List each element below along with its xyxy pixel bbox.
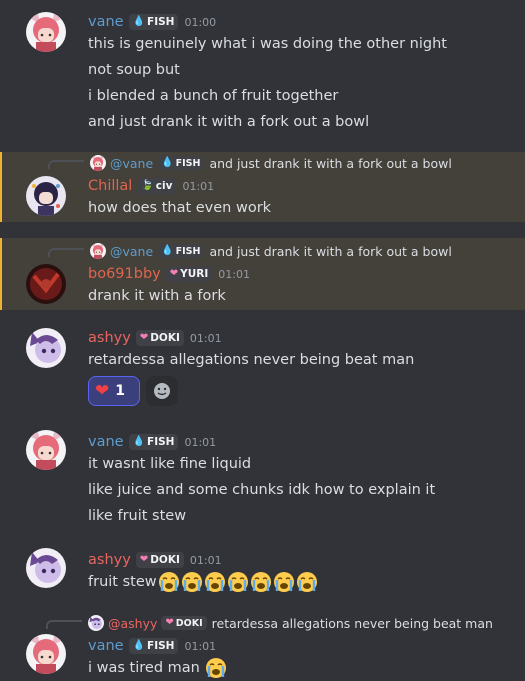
avatar[interactable] xyxy=(26,12,66,52)
message: @vane 💧 FISH and just drank it with a for… xyxy=(0,238,525,310)
avatar[interactable] xyxy=(26,634,66,674)
guild-tag[interactable]: ❤ DOKI xyxy=(135,552,184,568)
message-text: how does that even work xyxy=(88,200,272,216)
timestamp: 01:00 xyxy=(184,15,217,29)
reply-spine xyxy=(46,620,82,629)
sob-emoji-group xyxy=(204,657,228,679)
message-text: i was tired man xyxy=(88,655,228,681)
guild-tag[interactable]: 🍃 civ xyxy=(137,178,177,194)
water-drop-icon: 💧 xyxy=(161,245,174,256)
guild-tag[interactable]: ❤ DOKI xyxy=(135,330,184,346)
heart-icon: ❤ xyxy=(139,554,149,565)
username[interactable]: Chillal xyxy=(88,178,132,194)
username[interactable]: ashyy xyxy=(88,552,131,568)
reply-username[interactable]: @vane xyxy=(110,244,153,259)
username[interactable]: ashyy xyxy=(88,330,131,346)
sob-emoji-group xyxy=(157,571,318,593)
heart-icon: ❤ xyxy=(95,380,110,401)
guild-tag[interactable]: 💧 FISH xyxy=(128,14,179,30)
avatar[interactable] xyxy=(26,176,66,216)
avatar[interactable] xyxy=(26,264,66,304)
username[interactable]: vane xyxy=(88,14,124,30)
heart-icon: ❤ xyxy=(139,332,149,343)
loudly-crying-face-icon[interactable] xyxy=(157,571,180,593)
message: @ashyy ❤ DOKI retardessa allegations neve… xyxy=(0,612,525,681)
message: ashyy ❤ DOKI 01:01 fruit stew xyxy=(0,546,525,596)
message-text: i blended a bunch of fruit together xyxy=(88,88,339,104)
loudly-crying-face-icon[interactable] xyxy=(203,571,226,593)
username[interactable]: vane xyxy=(88,638,124,654)
reply-avatar xyxy=(90,243,106,259)
chat-messages: vane 💧 FISH 01:00 this is genuinely what… xyxy=(0,0,525,681)
username[interactable]: vane xyxy=(88,434,124,450)
guild-tag[interactable]: ❤ YURI xyxy=(165,266,213,282)
timestamp: 01:01 xyxy=(184,435,217,449)
loudly-crying-face-icon[interactable] xyxy=(226,571,249,593)
leaf-icon: 🍃 xyxy=(141,180,154,191)
reply-text: and just drank it with a fork out a bowl xyxy=(209,243,452,259)
loudly-crying-face-icon[interactable] xyxy=(249,571,272,593)
reply-preview[interactable]: @ashyy ❤ DOKI retardessa allegations neve… xyxy=(88,615,493,631)
reply-avatar xyxy=(88,615,104,631)
message: vane 💧 FISH 01:01 it wasnt like fine liq… xyxy=(0,428,525,528)
avatar[interactable] xyxy=(26,430,66,470)
timestamp: 01:01 xyxy=(189,553,222,567)
timestamp: 01:01 xyxy=(189,331,222,345)
reply-text: and just drank it with a fork out a bowl xyxy=(209,155,452,171)
smiley-icon xyxy=(154,383,170,399)
avatar[interactable] xyxy=(26,328,66,368)
water-drop-icon: 💧 xyxy=(132,16,146,27)
message: vane 💧 FISH 01:00 this is genuinely what… xyxy=(0,8,525,138)
timestamp: 01:01 xyxy=(182,179,215,193)
reply-preview[interactable]: @vane 💧 FISH and just drank it with a for… xyxy=(90,243,452,259)
message-text: drank it with a fork xyxy=(88,288,226,304)
timestamp: 01:01 xyxy=(184,639,217,653)
guild-tag[interactable]: 💧 FISH xyxy=(128,638,179,654)
reaction-count: 1 xyxy=(115,383,125,399)
avatar[interactable] xyxy=(26,548,66,588)
guild-tag: ❤ DOKI xyxy=(161,616,207,630)
heart-icon: ❤ xyxy=(169,268,179,279)
message-text: not soup but xyxy=(88,62,180,78)
reply-username[interactable]: @ashyy xyxy=(108,616,157,631)
guild-tag: 💧 FISH xyxy=(157,244,205,258)
message: @vane 💧 FISH and just drank it with a for… xyxy=(0,152,525,222)
message: ashyy ❤ DOKI 01:01 retardessa allegation… xyxy=(0,322,525,412)
loudly-crying-face-icon[interactable] xyxy=(205,657,228,679)
add-reaction-button[interactable] xyxy=(146,376,178,406)
water-drop-icon: 💧 xyxy=(132,640,146,651)
message-text: this is genuinely what i was doing the o… xyxy=(88,36,447,52)
heart-icon: ❤ xyxy=(165,617,174,628)
loudly-crying-face-icon[interactable] xyxy=(180,571,203,593)
reply-username[interactable]: @vane xyxy=(110,156,153,171)
reply-spine xyxy=(48,160,84,169)
username[interactable]: bo691bby xyxy=(88,266,161,282)
reply-spine xyxy=(48,248,84,257)
message-text: and just drank it with a fork out a bowl xyxy=(88,114,370,130)
reaction-heart[interactable]: ❤ 1 xyxy=(88,376,140,406)
reply-preview[interactable]: @vane 💧 FISH and just drank it with a for… xyxy=(90,155,452,171)
water-drop-icon: 💧 xyxy=(161,157,174,168)
loudly-crying-face-icon[interactable] xyxy=(295,571,318,593)
message-text: it wasnt like fine liquid xyxy=(88,456,252,472)
reply-avatar xyxy=(90,155,106,171)
loudly-crying-face-icon[interactable] xyxy=(272,571,295,593)
water-drop-icon: 💧 xyxy=(132,436,146,447)
message-text: fruit stew xyxy=(88,569,318,595)
message-text: retardessa allegations never being beat … xyxy=(88,352,415,368)
timestamp: 01:01 xyxy=(218,267,250,281)
reply-text: retardessa allegations never being beat … xyxy=(211,615,493,631)
message-text: like juice and some chunks idk how to ex… xyxy=(88,482,436,498)
guild-tag[interactable]: 💧 FISH xyxy=(128,434,179,450)
message-text: like fruit stew xyxy=(88,508,187,524)
guild-tag: 💧 FISH xyxy=(157,156,205,170)
